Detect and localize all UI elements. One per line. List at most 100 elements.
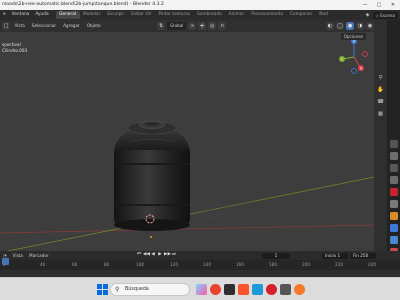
ruler-tick-240: 240 xyxy=(368,262,376,267)
brave-browser-icon[interactable] xyxy=(238,284,249,295)
object-properties-icon[interactable] xyxy=(389,212,398,220)
search-icon: ⚲ xyxy=(115,286,120,293)
menu-help[interactable]: Ayuda xyxy=(32,10,51,20)
tab-uv-editing[interactable]: Editar UV xyxy=(128,10,155,20)
jump-end-icon[interactable]: ⏭ xyxy=(171,252,177,258)
blender-window: nloads\2b-nee-automatic.blend\2b-jump\ta… xyxy=(0,0,400,300)
windows-taskbar: Búsqueda ⚲ xyxy=(0,277,400,300)
properties-tabs xyxy=(387,20,400,268)
timeline-body[interactable] xyxy=(0,270,400,277)
app-icon[interactable] xyxy=(252,284,263,295)
solid-shading-icon[interactable]: ● xyxy=(346,22,355,30)
proportional-falloff-icon[interactable]: ∩ xyxy=(218,22,227,30)
menu-select[interactable]: Seleccionar xyxy=(29,20,58,32)
tab-compositing[interactable]: Componer xyxy=(286,10,315,20)
record-app-icon[interactable] xyxy=(266,284,277,295)
tab-rendering[interactable]: Procesamiento xyxy=(248,10,287,20)
current-frame-field[interactable]: 1 xyxy=(262,252,290,259)
minimize-button[interactable]: — xyxy=(358,0,372,10)
play-icon[interactable]: ▶ xyxy=(157,252,163,258)
jump-start-icon[interactable]: ⏮ xyxy=(136,252,142,258)
ruler-tick-100: 100 xyxy=(136,262,144,267)
end-frame-label: Fin xyxy=(353,252,359,258)
tab-sculpting[interactable]: Esculpir xyxy=(104,10,128,20)
start-frame-value: 1 xyxy=(337,252,341,258)
play-reverse-icon[interactable]: ◀ xyxy=(150,252,156,258)
maximize-button[interactable]: □ xyxy=(372,0,386,10)
proportional-edit-icon[interactable]: ◎ xyxy=(208,22,217,30)
tab-nodes[interactable]: Nod xyxy=(316,10,332,20)
orientation-icon[interactable]: ⇅ xyxy=(157,22,166,30)
ruler-tick-40: 40 xyxy=(40,262,46,267)
scene-properties-icon[interactable] xyxy=(389,188,398,196)
pin-icon[interactable]: ◈ xyxy=(366,10,370,20)
tab-texture-paint[interactable]: Pintar texturas xyxy=(155,10,194,20)
ruler-tick-160: 160 xyxy=(236,262,244,267)
active-object-label: Cilindro.003 xyxy=(2,47,28,53)
ruler-tick-60: 60 xyxy=(72,262,78,267)
view-layer-properties-icon[interactable] xyxy=(389,176,398,184)
tab-general[interactable]: General xyxy=(55,11,80,19)
options-dropdown[interactable]: Opciones xyxy=(340,33,366,40)
output-properties-icon[interactable] xyxy=(389,164,398,172)
timeline-ruler[interactable]: 0 40 60 80 100 120 140 160 180 200 220 2… xyxy=(0,260,400,270)
overlays-icon[interactable]: ◐ xyxy=(326,22,335,30)
camera-view-icon[interactable]: ☎ xyxy=(376,98,385,107)
material-preview-icon[interactable]: ◑ xyxy=(356,22,365,30)
ruler-tick-120: 120 xyxy=(170,262,178,267)
menu-add[interactable]: Agregar xyxy=(61,20,83,32)
end-frame-field[interactable]: Fin 250 xyxy=(350,252,376,259)
zoom-icon[interactable]: ⚲ xyxy=(376,74,385,83)
windows-start-icon[interactable] xyxy=(97,284,108,295)
blender-app-icon[interactable] xyxy=(294,284,305,295)
tool-properties-icon[interactable] xyxy=(389,140,398,148)
timeline-playhead[interactable] xyxy=(2,258,9,265)
editor-type-icon[interactable]: □ xyxy=(2,22,10,30)
window-title: nloads\2b-nee-automatic.blend\2b-jump\ta… xyxy=(2,2,164,7)
3d-viewport[interactable]: Z Y X spectival Cilindro.003 Opciones xyxy=(0,32,374,251)
scene-selector[interactable]: ◇ Escena xyxy=(372,11,398,19)
rendered-shading-icon[interactable]: ◉ xyxy=(366,22,374,30)
ruler-tick-140: 140 xyxy=(203,262,211,267)
copilot-icon[interactable] xyxy=(196,284,207,295)
ruler-tick-80: 80 xyxy=(104,262,110,267)
modifier-properties-icon[interactable] xyxy=(389,224,398,232)
prev-keyframe-icon[interactable]: ◀◀ xyxy=(143,252,150,258)
opera-browser-icon[interactable] xyxy=(210,284,221,295)
tab-shading[interactable]: Sombreado xyxy=(194,10,226,20)
timeline-menu-marker[interactable]: Marcador xyxy=(26,251,52,260)
tab-modeling[interactable]: Modelar xyxy=(80,10,104,20)
next-keyframe-icon[interactable]: ▶▶ xyxy=(164,252,171,258)
physics-properties-icon[interactable] xyxy=(389,236,398,244)
menu-view[interactable]: Vista xyxy=(12,20,27,32)
render-properties-icon[interactable] xyxy=(389,152,398,160)
menu-object[interactable]: Objeto xyxy=(84,20,103,32)
menu-window[interactable]: Ventana xyxy=(9,10,33,20)
menu-edit[interactable]: e xyxy=(0,10,9,20)
perspective-grid-icon[interactable]: ▦ xyxy=(376,110,385,119)
tank-object[interactable] xyxy=(114,121,190,232)
app-icon[interactable] xyxy=(280,284,291,295)
timeline-menu-view[interactable]: Vista xyxy=(10,251,26,260)
start-frame-label: Inicio xyxy=(325,252,337,258)
pivot-icon[interactable]: ∞ xyxy=(188,22,197,30)
title-bar: nloads\2b-nee-automatic.blend\2b-jump\ta… xyxy=(0,0,400,10)
ruler-tick-180: 180 xyxy=(269,262,277,267)
terminal-icon[interactable] xyxy=(224,284,235,295)
wireframe-shading-icon[interactable]: ◯ xyxy=(336,22,345,30)
viewport-info-overlay: spectival Cilindro.003 xyxy=(2,42,27,53)
scene-selector-group: ◈ ◇ Escena xyxy=(366,10,398,20)
snap-icon[interactable]: ⎆ xyxy=(198,22,207,30)
navigation-gizmo[interactable] xyxy=(339,38,368,74)
start-frame-field[interactable]: Inicio 1 xyxy=(322,252,348,259)
navigation-strip: ⚲ ✋ ☎ ▦ xyxy=(374,20,387,251)
pan-hand-icon[interactable]: ✋ xyxy=(376,86,385,95)
taskbar-search-box[interactable]: Búsqueda xyxy=(110,283,190,296)
transform-orientation-dropdown[interactable]: Global xyxy=(167,22,187,30)
world-properties-icon[interactable] xyxy=(389,200,398,208)
search-placeholder: Búsqueda xyxy=(125,287,149,292)
close-button[interactable]: ✕ xyxy=(386,0,400,10)
end-frame-value: 250 xyxy=(360,252,369,258)
tab-animation[interactable]: Animar xyxy=(225,10,247,20)
viewport-header: □ Vista Seleccionar Agregar Objeto ⇅ Glo… xyxy=(0,20,374,32)
